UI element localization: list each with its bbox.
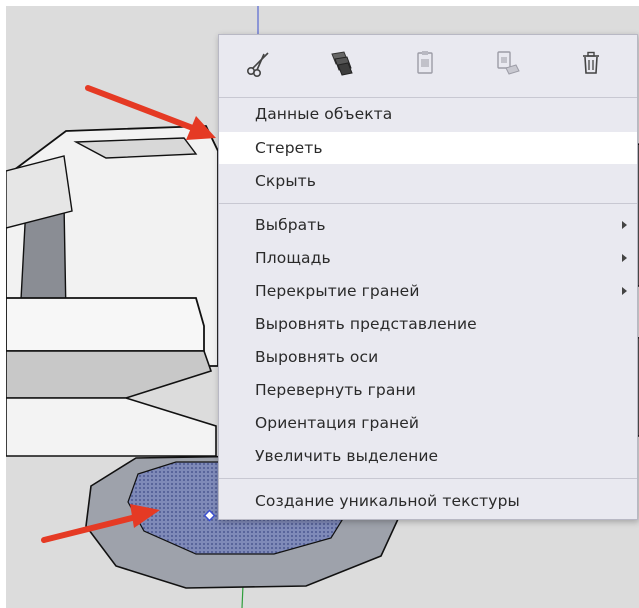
submenu-arrow-icon (622, 254, 627, 262)
menu-item-area[interactable]: Площадь (219, 242, 637, 274)
delete-icon (583, 51, 599, 74)
cut-button[interactable] (239, 45, 279, 81)
menu-item-align-view[interactable]: Выровнять представление (219, 308, 637, 340)
paste-in-place-icon (497, 51, 520, 75)
letter-shape-slab (6, 350, 213, 399)
menu-item-make-unique-texture[interactable]: Создание уникальной текстуры (219, 485, 637, 517)
delete-button[interactable] (571, 45, 611, 81)
submenu-arrow-icon (622, 287, 627, 295)
letter-shape-front (6, 297, 205, 352)
menu-item-entity-info[interactable]: Данные объекта (219, 98, 637, 130)
menu-separator (219, 203, 637, 204)
menu-item-zoom-selection[interactable]: Увеличить выделение (219, 440, 637, 472)
copy-icon (331, 51, 353, 76)
menu-item-reverse-faces[interactable]: Перевернуть грани (219, 374, 637, 406)
paste-icon (417, 51, 433, 74)
menu-item-erase[interactable]: Стереть (219, 132, 637, 164)
context-toolbar (219, 35, 637, 93)
menu-item-hide[interactable]: Скрыть (219, 165, 637, 197)
menu-item-intersect-faces[interactable]: Перекрытие граней (219, 275, 637, 307)
menu-item-orient-faces[interactable]: Ориентация граней (219, 407, 637, 439)
copy-button[interactable] (321, 45, 361, 81)
modeling-viewport[interactable]: Данные объекта Стереть Скрыть Выбрать Пл… (6, 6, 639, 608)
menu-item-select[interactable]: Выбрать (219, 209, 637, 241)
menu-item-align-axes[interactable]: Выровнять оси (219, 341, 637, 373)
menu-separator (219, 478, 637, 479)
context-menu: Данные объекта Стереть Скрыть Выбрать Пл… (218, 34, 638, 520)
submenu-arrow-icon (622, 221, 627, 229)
cut-icon (246, 52, 269, 77)
letter-shape-lower (6, 397, 217, 457)
paste-in-place-button[interactable] (487, 45, 527, 81)
paste-button[interactable] (405, 45, 445, 81)
